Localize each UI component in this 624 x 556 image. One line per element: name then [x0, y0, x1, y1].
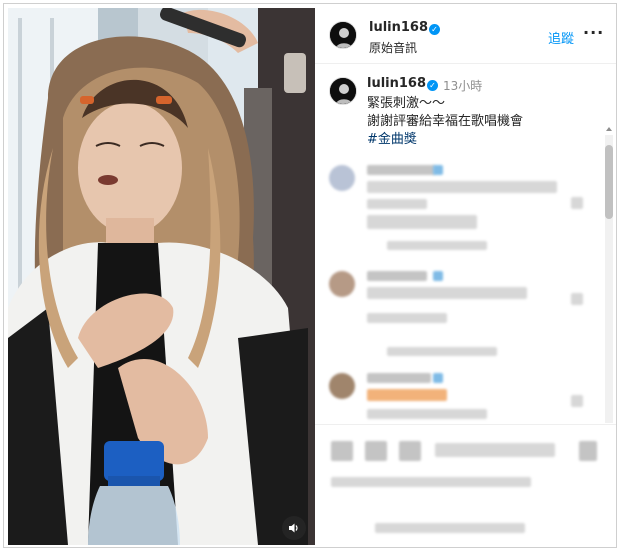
avatar-image	[330, 78, 356, 104]
blurred-text	[367, 271, 427, 281]
commenter-avatar[interactable]	[329, 271, 355, 297]
blurred-text	[367, 373, 431, 383]
avatar[interactable]	[329, 77, 357, 105]
blurred-text	[367, 287, 527, 299]
blurred-text	[367, 389, 447, 401]
post-actions-area	[315, 424, 616, 545]
blurred-text	[367, 215, 477, 229]
verified-badge-icon: ✓	[427, 80, 438, 91]
caption-line: 緊張刺激～～	[367, 96, 446, 111]
blurred-text	[367, 199, 427, 209]
blurred-text	[367, 181, 557, 193]
avatar[interactable]	[329, 21, 357, 49]
comment-icon[interactable]	[365, 441, 387, 461]
verified-badge-icon: ✓	[429, 24, 440, 35]
comments-scrollbar[interactable]	[604, 127, 613, 423]
blurred-text	[435, 443, 555, 457]
save-icon[interactable]	[579, 441, 597, 461]
mute-toggle-button[interactable]	[282, 516, 306, 540]
follow-button[interactable]: 追蹤	[548, 28, 574, 47]
share-icon[interactable]	[399, 441, 421, 461]
blurred-text	[571, 293, 583, 305]
post-timestamp[interactable]: 13小時	[443, 77, 482, 94]
post-username[interactable]: lulin168	[369, 20, 428, 35]
blurred-text	[433, 373, 443, 383]
caption-line: 謝謝評審給幸福在歌唱機會	[367, 114, 524, 129]
commenter-avatar[interactable]	[329, 165, 355, 191]
post-header: lulin168 ✓ 原始音訊 追蹤 ···	[315, 8, 616, 64]
blurred-text	[387, 347, 497, 356]
blurred-text	[367, 409, 487, 419]
like-icon[interactable]	[331, 441, 353, 461]
hashtag-link[interactable]: #金曲獎	[367, 128, 417, 147]
commenter-avatar[interactable]	[329, 373, 355, 399]
blurred-text	[433, 165, 443, 175]
avatar-image	[330, 22, 356, 48]
blurred-text	[571, 197, 583, 209]
speaker-icon	[289, 523, 298, 533]
original-audio-link[interactable]: 原始音訊	[369, 39, 417, 56]
blurred-text	[367, 165, 435, 175]
comment-input[interactable]	[375, 523, 525, 533]
blurred-text	[387, 241, 487, 250]
instagram-post-window: lulin168 ✓ 原始音訊 追蹤 ··· lulin168 ✓ 13小時 緊…	[3, 3, 617, 548]
caption-username[interactable]: lulin168	[367, 76, 426, 91]
video-frame-image	[8, 8, 315, 545]
post-sidebar: lulin168 ✓ 原始音訊 追蹤 ··· lulin168 ✓ 13小時 緊…	[315, 8, 616, 545]
blurred-text	[433, 271, 443, 281]
blurred-text	[367, 313, 447, 323]
post-video[interactable]	[8, 8, 315, 545]
scrollbar-thumb[interactable]	[605, 145, 613, 219]
blurred-text	[571, 395, 583, 407]
blurred-text	[331, 477, 531, 487]
more-options-icon[interactable]: ···	[583, 23, 604, 42]
comments-section[interactable]: lulin168 ✓ 13小時 緊張刺激～～ 謝謝評審給幸福在歌唱機會 #金曲獎	[315, 65, 616, 423]
scroll-up-arrow-icon[interactable]	[606, 127, 612, 131]
